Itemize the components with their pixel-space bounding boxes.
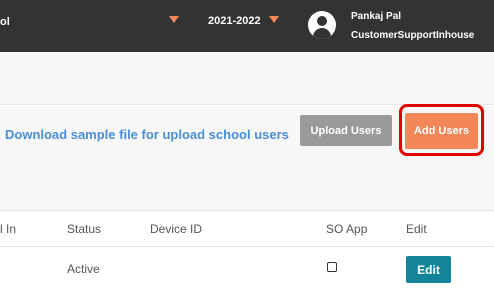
row-status: Active xyxy=(67,262,100,276)
table-row-divider xyxy=(0,246,494,247)
user-name: Pankaj Pal xyxy=(351,11,402,22)
sub-header-bar xyxy=(0,52,494,105)
column-header-logged-in: l In xyxy=(0,222,17,236)
add-users-highlight xyxy=(399,104,484,156)
school-selector-label[interactable]: ol xyxy=(0,16,10,28)
edit-row-button[interactable]: Edit xyxy=(406,256,451,283)
user-role: CustomerSupportInhouse xyxy=(351,30,475,41)
year-dropdown-caret-icon[interactable] xyxy=(269,16,279,23)
column-header-edit: Edit xyxy=(406,222,427,236)
download-sample-link[interactable]: Download sample file for upload school u… xyxy=(5,127,289,142)
column-header-status: Status xyxy=(67,222,102,236)
top-navbar: ol 2021-2022 Pankaj Pal CustomerSupportI… xyxy=(0,0,494,52)
upload-users-button[interactable]: Upload Users xyxy=(300,115,392,146)
avatar-head xyxy=(317,16,327,26)
user-avatar-icon[interactable] xyxy=(308,11,336,39)
so-app-checkbox[interactable] xyxy=(327,262,337,272)
column-header-so-app: SO App xyxy=(326,222,368,236)
academic-year-selector[interactable]: 2021-2022 xyxy=(208,15,261,27)
avatar-body xyxy=(313,28,331,39)
column-header-device-id: Device ID xyxy=(150,222,203,236)
school-dropdown-caret-icon[interactable] xyxy=(169,16,179,23)
